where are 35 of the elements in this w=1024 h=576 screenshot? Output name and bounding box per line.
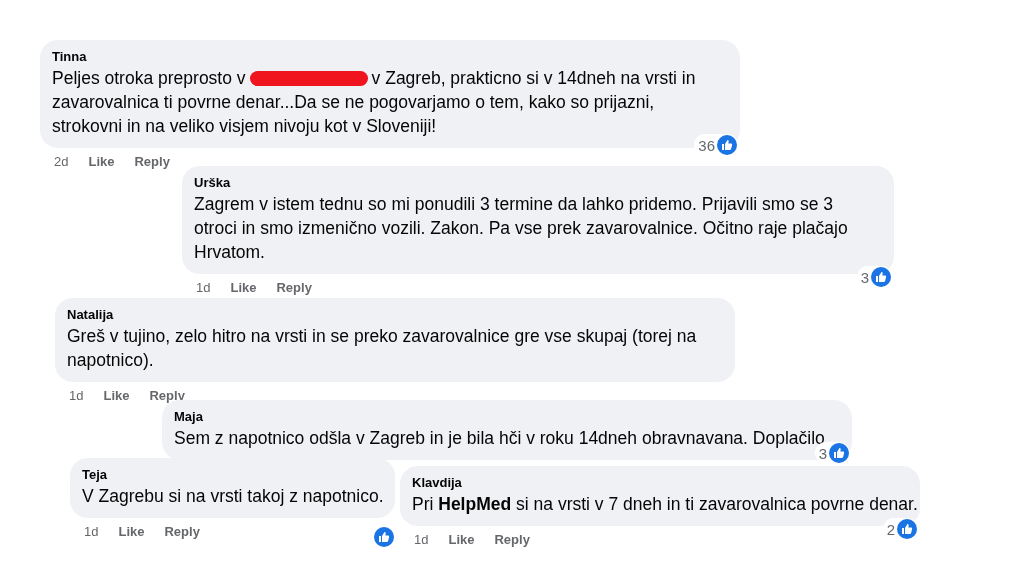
like-icon	[871, 267, 891, 287]
reaction-count[interactable]: 36	[694, 134, 738, 156]
comment-text: Peljes otroka preprosto v	[52, 68, 246, 88]
comment-time[interactable]: 1d	[69, 388, 84, 403]
reply-link[interactable]: Reply	[149, 388, 185, 403]
comment-text: Zagrem v istem tednu so mi ponudili 3 termine da lahko pridemo. Prijavili smo se 3 otroci in smo izmenično vozili. Zakon. Pa vse prek zavarovalnice. Očitno raje plačajo Hrvatom.	[194, 194, 848, 262]
author-name[interactable]: Maja	[174, 409, 838, 424]
author-name[interactable]: Tinna	[52, 49, 726, 64]
comment-text: v Zagreb, prakticno si v 14dneh na vrsti in	[371, 68, 696, 88]
reaction-count[interactable]: 3	[856, 266, 892, 288]
like-link[interactable]: Like	[230, 280, 257, 295]
like-icon	[717, 135, 737, 155]
like-link[interactable]: Like	[118, 524, 145, 539]
comment-text: zavarovalnica ti povrne denar...Da se ne pogovarjamo o tem, kako so prijazni, strokovni in na veliko visjem nivoju kot v Sloveniji!	[52, 91, 656, 138]
like-link[interactable]: Like	[103, 388, 130, 403]
comment-text: V Zagrebu si na vrsti takoj z napotnico.	[82, 486, 384, 506]
comment-time[interactable]: 1d	[196, 280, 211, 295]
comment-time[interactable]: 1d	[414, 532, 429, 547]
comment-time[interactable]: 2d	[54, 154, 69, 169]
reply-link[interactable]: Reply	[134, 154, 170, 169]
reply-link[interactable]: Reply	[494, 532, 530, 547]
like-link[interactable]: Like	[448, 532, 475, 547]
author-name[interactable]: Natalija	[67, 307, 715, 322]
comment-time[interactable]: 1d	[84, 524, 99, 539]
like-link[interactable]: Like	[88, 154, 115, 169]
author-name[interactable]: Teja	[82, 467, 381, 482]
author-name[interactable]: Urška	[194, 175, 880, 190]
like-icon	[829, 443, 849, 463]
like-icon	[897, 519, 917, 539]
author-name[interactable]: Klavdija	[412, 475, 906, 490]
reply-link[interactable]: Reply	[164, 524, 200, 539]
comment-text: Greš v tujino, zelo hitro na vrsti in se preko zavarovalnice gre vse skupaj (torej na napotnico).	[67, 326, 697, 370]
reaction-count[interactable]: 2	[882, 518, 918, 540]
comment-text: Pri HelpMed si na vrsti v 7 dneh in ti zavarovalnica povrne denar.	[412, 494, 918, 514]
reply-link[interactable]: Reply	[276, 280, 312, 295]
